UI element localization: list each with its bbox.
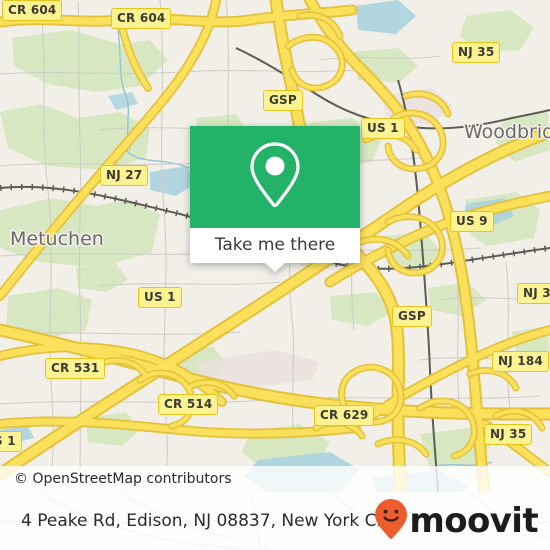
- moovit-brand[interactable]: moovit: [374, 492, 539, 550]
- place-label-metuchen: Metuchen: [10, 228, 104, 250]
- moovit-smiley-pin-icon: [374, 498, 408, 545]
- road-shield-nj35-a[interactable]: NJ 35: [452, 42, 501, 63]
- place-label-woodbridge: Woodbridge: [464, 121, 550, 143]
- road-shield-cr604-a[interactable]: CR 604: [2, 0, 63, 21]
- take-me-there-label: Take me there: [214, 235, 336, 255]
- road-shield-gsp-a[interactable]: GSP: [263, 90, 303, 111]
- road-shield-us1-a[interactable]: US 1: [361, 118, 405, 139]
- road-shield-us1-c[interactable]: S 1: [0, 431, 22, 452]
- popup-tail-arrow: [265, 263, 285, 272]
- road-shield-cr514[interactable]: CR 514: [158, 394, 219, 415]
- address-label: 4 Peake Rd, Edison, NJ 08837, New York C…: [21, 511, 398, 531]
- road-shield-nj27[interactable]: NJ 27: [100, 165, 149, 186]
- location-popup-card[interactable]: Take me there: [190, 126, 360, 272]
- road-shield-gsp-b[interactable]: GSP: [392, 306, 432, 327]
- map-screen: Metuchen Woodbridge CR 604 CR 604 NJ 35 …: [0, 0, 550, 550]
- map-pin-icon: [247, 140, 303, 215]
- popup-footer[interactable]: Take me there: [190, 228, 360, 272]
- road-shield-nj35-c[interactable]: NJ 35: [484, 424, 533, 445]
- road-shield-cr604-b[interactable]: CR 604: [111, 8, 172, 29]
- road-shield-cr629[interactable]: CR 629: [314, 405, 375, 426]
- road-shield-nj184[interactable]: NJ 184: [492, 351, 549, 372]
- popup-header: [190, 126, 360, 228]
- road-shield-us1-b[interactable]: US 1: [138, 287, 182, 308]
- road-shield-cr531[interactable]: CR 531: [45, 358, 106, 379]
- osm-attribution[interactable]: © OpenStreetMap contributors: [0, 466, 550, 492]
- map-canvas[interactable]: Metuchen Woodbridge CR 604 CR 604 NJ 35 …: [0, 0, 550, 492]
- bottom-info-bar: 4 Peake Rd, Edison, NJ 08837, New York C…: [0, 492, 550, 550]
- road-shield-us9[interactable]: US 9: [450, 211, 494, 232]
- road-shield-nj35-b[interactable]: NJ 35: [517, 283, 550, 304]
- moovit-wordmark: moovit: [409, 501, 538, 541]
